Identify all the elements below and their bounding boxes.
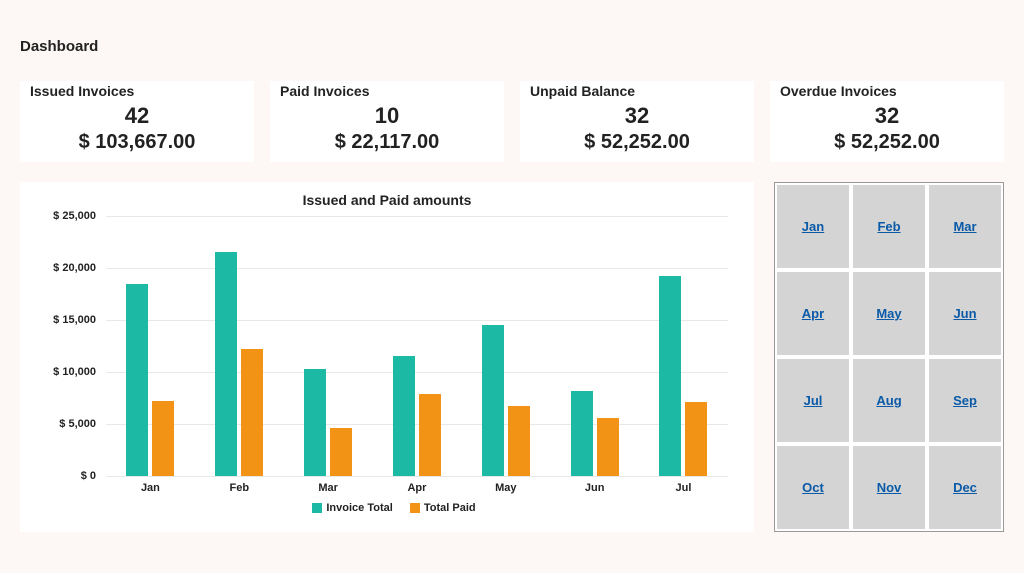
chart-y-tick: $ 5,000: [36, 418, 96, 430]
month-link[interactable]: Dec: [953, 480, 977, 495]
legend-swatch-total-paid: [410, 503, 420, 513]
bar-group: [476, 325, 536, 476]
month-link[interactable]: Oct: [802, 480, 824, 495]
chart-plot-area: $ 0$ 5,000$ 10,000$ 15,000$ 20,000$ 25,0…: [106, 216, 728, 476]
bar-group: [565, 391, 625, 476]
metric-amount: $ 22,117.00: [280, 131, 494, 154]
chart-bars: [106, 216, 728, 476]
chart-x-tick: May: [476, 482, 536, 494]
month-cell-apr[interactable]: Apr: [775, 270, 851, 357]
month-cell-may[interactable]: May: [851, 270, 927, 357]
metric-label: Overdue Invoices: [780, 83, 994, 99]
bar-group: [209, 252, 269, 476]
month-cell-mar[interactable]: Mar: [927, 183, 1003, 270]
bar-invoice-total: [571, 391, 593, 476]
metric-issued-invoices: Issued Invoices 42 $ 103,667.00: [20, 81, 254, 162]
bar-total-paid: [330, 428, 352, 476]
metric-paid-invoices: Paid Invoices 10 $ 22,117.00: [270, 81, 504, 162]
bar-invoice-total: [126, 284, 148, 476]
bar-group: [653, 276, 713, 476]
metric-unpaid-balance: Unpaid Balance 32 $ 52,252.00: [520, 81, 754, 162]
bar-total-paid: [508, 406, 530, 476]
month-cell-sep[interactable]: Sep: [927, 357, 1003, 444]
chart-x-tick: Jan: [120, 482, 180, 494]
metrics-row: Issued Invoices 42 $ 103,667.00 Paid Inv…: [20, 81, 1004, 162]
month-link[interactable]: Jun: [953, 306, 976, 321]
chart-x-tick: Jun: [565, 482, 625, 494]
bar-total-paid: [685, 402, 707, 476]
month-link[interactable]: Feb: [877, 219, 900, 234]
bar-total-paid: [241, 349, 263, 476]
chart-x-axis: Jan Feb Mar Apr May Jun Jul: [106, 482, 728, 494]
metric-label: Unpaid Balance: [530, 83, 744, 99]
bar-invoice-total: [215, 252, 237, 476]
month-cell-aug[interactable]: Aug: [851, 357, 927, 444]
chart-legend: Invoice Total Total Paid: [36, 502, 738, 514]
bar-total-paid: [597, 418, 619, 476]
legend-swatch-invoice-total: [312, 503, 322, 513]
month-cell-jan[interactable]: Jan: [775, 183, 851, 270]
month-cell-feb[interactable]: Feb: [851, 183, 927, 270]
metric-count: 10: [280, 103, 494, 129]
metric-label: Paid Invoices: [280, 83, 494, 99]
metric-count: 32: [530, 103, 744, 129]
chart-y-tick: $ 10,000: [36, 366, 96, 378]
month-link[interactable]: Jul: [804, 393, 823, 408]
chart-gridline: [106, 476, 728, 477]
page-title: Dashboard: [20, 38, 1004, 55]
chart-issued-paid: Issued and Paid amounts $ 0$ 5,000$ 10,0…: [20, 182, 754, 532]
month-cell-jun[interactable]: Jun: [927, 270, 1003, 357]
bar-invoice-total: [659, 276, 681, 476]
metric-amount: $ 103,667.00: [30, 131, 244, 154]
metric-amount: $ 52,252.00: [530, 131, 744, 154]
legend-label: Total Paid: [424, 502, 476, 514]
chart-x-tick: Feb: [209, 482, 269, 494]
bar-invoice-total: [393, 356, 415, 476]
month-cell-jul[interactable]: Jul: [775, 357, 851, 444]
month-link[interactable]: Jan: [802, 219, 824, 234]
chart-y-tick: $ 20,000: [36, 262, 96, 274]
metric-amount: $ 52,252.00: [780, 131, 994, 154]
bar-group: [298, 369, 358, 476]
legend-label: Invoice Total: [326, 502, 392, 514]
bar-total-paid: [152, 401, 174, 476]
month-cell-dec[interactable]: Dec: [927, 444, 1003, 531]
month-link[interactable]: Apr: [802, 306, 824, 321]
chart-y-tick: $ 0: [36, 470, 96, 482]
metric-count: 32: [780, 103, 994, 129]
month-cell-nov[interactable]: Nov: [851, 444, 927, 531]
metric-label: Issued Invoices: [30, 83, 244, 99]
bar-invoice-total: [482, 325, 504, 476]
bar-invoice-total: [304, 369, 326, 476]
bar-group: [387, 356, 447, 476]
month-link[interactable]: Sep: [953, 393, 977, 408]
metric-count: 42: [30, 103, 244, 129]
chart-x-tick: Apr: [387, 482, 447, 494]
bar-total-paid: [419, 394, 441, 476]
metric-overdue-invoices: Overdue Invoices 32 $ 52,252.00: [770, 81, 1004, 162]
month-link[interactable]: May: [876, 306, 901, 321]
chart-y-tick: $ 25,000: [36, 210, 96, 222]
bar-group: [120, 284, 180, 476]
chart-x-tick: Jul: [653, 482, 713, 494]
month-cell-oct[interactable]: Oct: [775, 444, 851, 531]
month-link[interactable]: Nov: [877, 480, 902, 495]
month-link[interactable]: Mar: [953, 219, 976, 234]
chart-x-tick: Mar: [298, 482, 358, 494]
chart-y-tick: $ 15,000: [36, 314, 96, 326]
chart-title: Issued and Paid amounts: [36, 192, 738, 208]
month-slicer: Jan Feb Mar Apr May Jun Jul Aug Sep Oct …: [774, 182, 1004, 532]
month-link[interactable]: Aug: [876, 393, 901, 408]
